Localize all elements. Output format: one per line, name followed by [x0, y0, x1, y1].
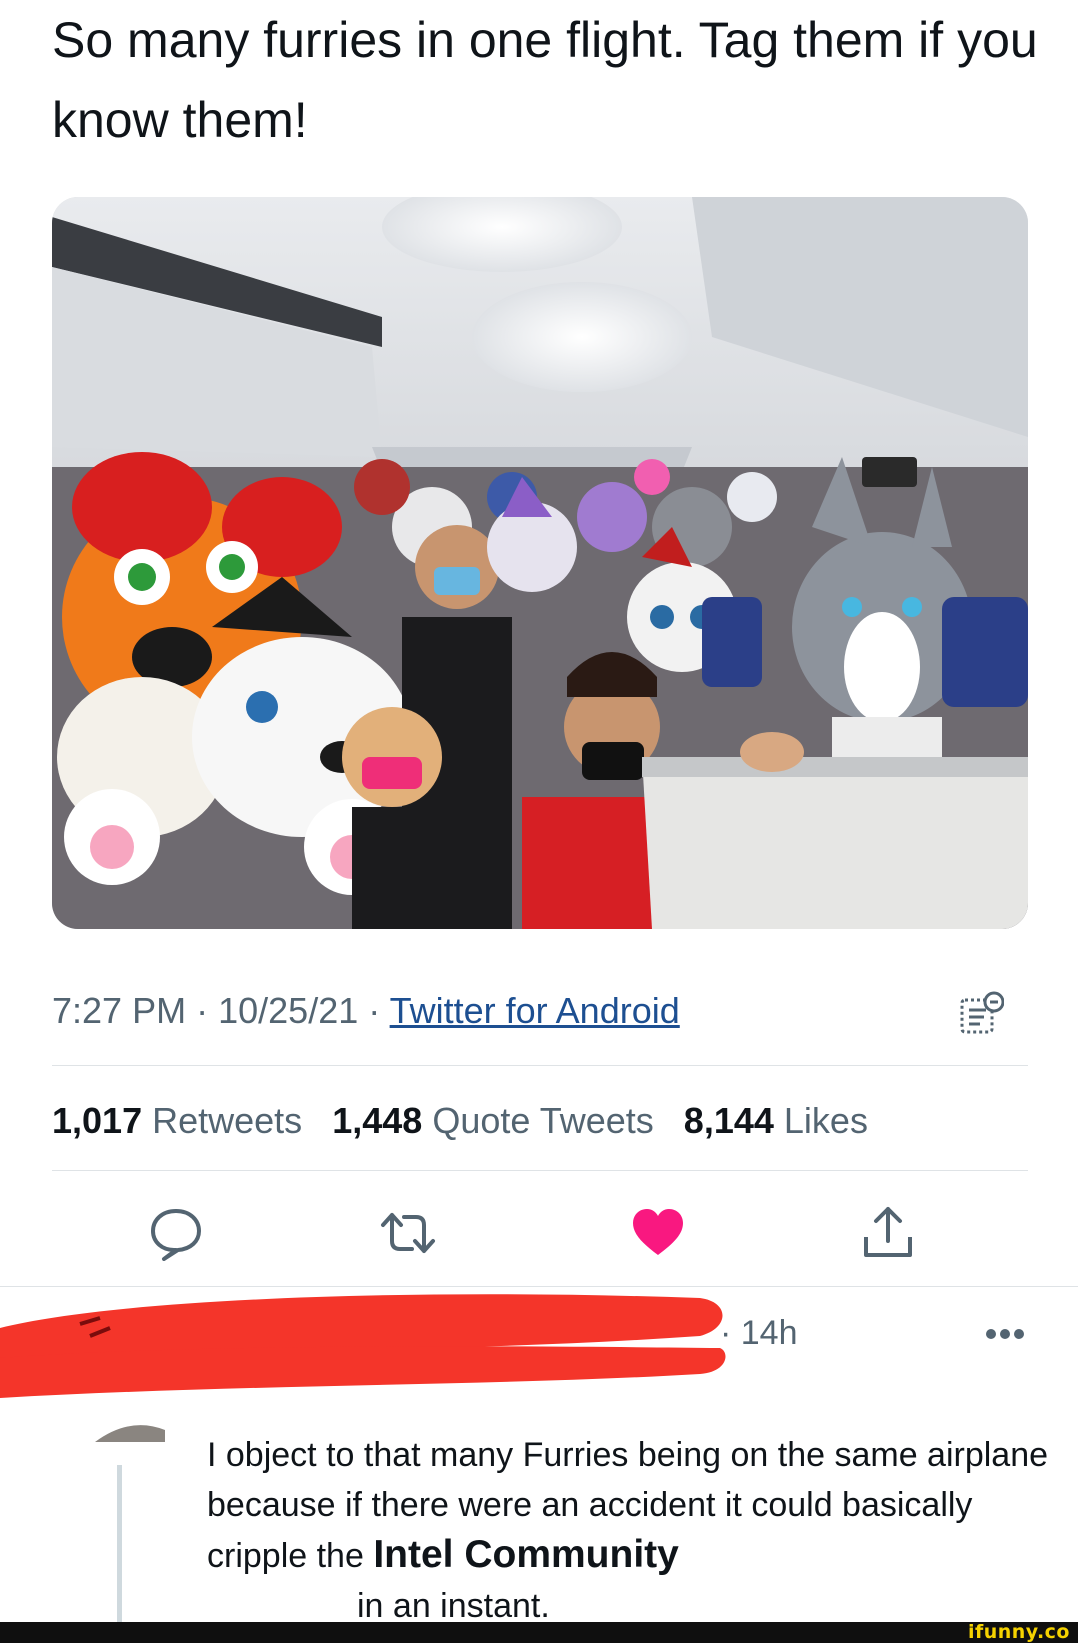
quotes-count: 1,448 — [332, 1100, 423, 1141]
tweet-photo[interactable] — [52, 197, 1028, 929]
retweets-label: Retweets — [152, 1100, 303, 1141]
retweet-icon[interactable] — [380, 1205, 436, 1261]
analytics-icon[interactable] — [960, 990, 1004, 1036]
tweet-time: 7:27 PM — [52, 990, 187, 1031]
tweet-date: 10/25/21 — [218, 990, 359, 1031]
reply-text: I object to that many Furries being on t… — [207, 1430, 1067, 1631]
more-icon[interactable] — [985, 1328, 1025, 1340]
reply-time: · 14h — [720, 1314, 798, 1352]
likes-stat[interactable]: 8,144 Likes — [684, 1100, 868, 1141]
like-icon[interactable] — [630, 1205, 686, 1261]
divider — [0, 1286, 1078, 1287]
thread-line — [117, 1465, 122, 1643]
retweets-stat[interactable]: 1,017 Retweets — [52, 1100, 302, 1141]
likes-count: 8,144 — [683, 1100, 774, 1141]
likes-label: Likes — [783, 1100, 868, 1141]
retweets-count: 1,017 — [52, 1100, 143, 1141]
avatar[interactable] — [95, 1420, 165, 1442]
reply-icon[interactable] — [148, 1205, 204, 1261]
divider — [52, 1170, 1028, 1171]
divider — [52, 1065, 1028, 1066]
watermark-logo: ifunny.co — [967, 1621, 1070, 1643]
tweet-text: So many furries in one flight. Tag them … — [52, 12, 1038, 148]
quotes-stat[interactable]: 1,448 Quote Tweets — [332, 1100, 654, 1141]
share-icon[interactable] — [860, 1205, 916, 1261]
tweet-meta: 7:27 PM · 10/25/21 · Twitter for Android — [52, 990, 680, 1032]
reply-text-emphasis: Intel Community — [373, 1533, 679, 1576]
tweet-stats: 1,017 Retweets 1,448 Quote Tweets 8,144 … — [52, 1100, 868, 1142]
meta-separator: · — [196, 990, 209, 1031]
meta-separator: · — [368, 990, 381, 1031]
tweet-source-link[interactable]: Twitter for Android — [390, 990, 680, 1031]
redaction-scribble — [0, 1294, 726, 1398]
quotes-label: Quote Tweets — [432, 1100, 654, 1141]
watermark-bar: ifunny.co — [0, 1621, 1078, 1643]
